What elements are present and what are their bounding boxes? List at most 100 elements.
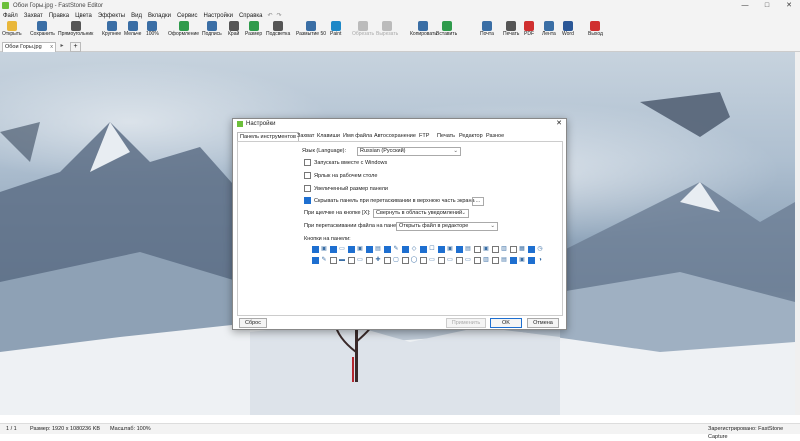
- toolbar-button-label: Вырезать: [376, 31, 399, 37]
- menu-edit[interactable]: Правка: [46, 13, 72, 19]
- checkbox-checked[interactable]: [330, 246, 337, 253]
- checkbox[interactable]: [510, 246, 517, 253]
- more-options-button[interactable]: ...: [472, 197, 484, 206]
- checkbox[interactable]: [348, 257, 355, 264]
- checkbox-checked[interactable]: [420, 246, 427, 253]
- menu-service[interactable]: Сервис: [174, 13, 201, 19]
- add-tab-button[interactable]: +: [70, 42, 81, 52]
- checkbox-checked[interactable]: [348, 246, 355, 253]
- file-tab[interactable]: Обои Горы.jpg x: [2, 42, 56, 52]
- language-select[interactable]: Russian (Русский) ⌄: [357, 147, 461, 156]
- maximize-button[interactable]: □: [756, 0, 778, 11]
- checkbox-checked[interactable]: [402, 246, 409, 253]
- toolbar-button-caption[interactable]: Подпись: [202, 21, 222, 40]
- toolbar-button-edge[interactable]: Край: [228, 21, 239, 40]
- toolbar-button-open-folder[interactable]: Открыть: [2, 21, 22, 40]
- checkbox[interactable]: [330, 257, 337, 264]
- toolbar-button-exit[interactable]: Выход: [588, 21, 603, 40]
- tab-capture[interactable]: Захват: [295, 132, 316, 141]
- checkbox[interactable]: [474, 246, 481, 253]
- close-tab-icon[interactable]: x: [50, 43, 53, 52]
- drop-action-select[interactable]: Открыть файл в редакторе ⌄: [396, 222, 498, 231]
- menu-colors[interactable]: Цвета: [72, 13, 95, 19]
- menu-view[interactable]: Вид: [128, 13, 145, 19]
- toolbar-button-paste[interactable]: Вставить: [436, 21, 457, 40]
- tab-misc[interactable]: Разное: [484, 132, 506, 141]
- checkbox-checked[interactable]: [438, 246, 445, 253]
- checkbox[interactable]: [456, 257, 463, 264]
- dialog-app-icon: [237, 121, 243, 127]
- menu-tabs[interactable]: Вкладки: [145, 13, 174, 19]
- checkbox-checked[interactable]: [366, 246, 373, 253]
- toolbar-button-save[interactable]: Сохранить: [30, 21, 55, 40]
- toolbar-button-draw[interactable]: Оформление: [168, 21, 199, 40]
- checkbox-hide-toolbar[interactable]: Скрывать панель при перетаскивании в вер…: [304, 197, 475, 205]
- checkbox[interactable]: [474, 257, 481, 264]
- toolbar-button-pdf[interactable]: PDF: [524, 21, 534, 40]
- tab-print[interactable]: Печать: [435, 132, 457, 141]
- toolbar-button-crop[interactable]: Обрезать: [352, 21, 374, 40]
- checkbox-start-with-windows[interactable]: Запускать вместе с Windows: [304, 159, 387, 167]
- checkbox-checked[interactable]: [528, 246, 535, 253]
- ok-button[interactable]: OK: [490, 318, 522, 328]
- checkbox[interactable]: [402, 257, 409, 264]
- toolbar-button-resize[interactable]: Размер: [245, 21, 262, 40]
- menu-settings[interactable]: Настройки: [201, 13, 236, 19]
- toolbar-button-label: Word: [562, 31, 574, 37]
- toolbar-button-zoom-out[interactable]: Мельче: [124, 21, 141, 40]
- menu-help[interactable]: Справка: [236, 13, 266, 19]
- tab-filename[interactable]: Имя файла: [341, 132, 374, 141]
- checkbox-checked[interactable]: [312, 257, 319, 264]
- toolbar-button-zoom-in[interactable]: Крупнее: [102, 21, 121, 40]
- checkbox-checked[interactable]: [312, 246, 319, 253]
- checkbox-checked[interactable]: [304, 197, 311, 205]
- toolbar-button-blur[interactable]: Размытие 50: [296, 21, 326, 40]
- checkbox-large-toolbar[interactable]: Увеличенный размер панели: [304, 185, 388, 193]
- toolbar-button-rectangle-select[interactable]: Прямоугольник: [58, 21, 93, 40]
- checkbox[interactable]: [304, 185, 311, 193]
- checkbox[interactable]: [304, 159, 311, 167]
- apply-button[interactable]: Применить: [446, 318, 486, 328]
- toolbar-button-print[interactable]: Печать: [503, 21, 519, 40]
- zoom-out-icon: [127, 21, 138, 31]
- checkbox[interactable]: [438, 257, 445, 264]
- undo-icon[interactable]: ↶: [265, 12, 274, 19]
- tab-editor[interactable]: Редактор: [457, 132, 485, 141]
- menu-capture[interactable]: Захват: [21, 13, 46, 19]
- menu-file[interactable]: Файл: [0, 13, 21, 19]
- close-action-select[interactable]: Свернуть в область уведомлений ⌄: [373, 209, 469, 218]
- checkbox[interactable]: [420, 257, 427, 264]
- toolbar-button-paint[interactable]: Paint: [330, 21, 341, 40]
- checkbox-checked[interactable]: [456, 246, 463, 253]
- checkbox-checked[interactable]: [510, 257, 517, 264]
- toolbar-preview-icon: ▥: [501, 246, 507, 252]
- checkbox[interactable]: [304, 172, 311, 180]
- menu-effects[interactable]: Эффекты: [95, 13, 128, 19]
- toolbar-button-zoom-100[interactable]: 100%: [146, 21, 159, 40]
- tab-arrow-icon[interactable]: ▸: [58, 42, 66, 50]
- toolbar-button-mail[interactable]: Почта: [480, 21, 494, 40]
- checkbox[interactable]: [384, 257, 391, 264]
- cancel-button[interactable]: Отмена: [527, 318, 559, 328]
- tab-autosave[interactable]: Автосохранение: [372, 132, 418, 141]
- tab-ftp[interactable]: FTP: [417, 132, 431, 141]
- redo-icon[interactable]: ↷: [275, 12, 284, 19]
- checkbox-checked[interactable]: [528, 257, 535, 264]
- checkbox-checked[interactable]: [384, 246, 391, 253]
- toolbar-button-word[interactable]: Word: [562, 21, 574, 40]
- close-window-button[interactable]: ✕: [778, 0, 800, 11]
- toolbar-button-cut[interactable]: Вырезать: [376, 21, 398, 40]
- reset-button[interactable]: Сброс: [239, 318, 267, 328]
- checkbox-desktop-shortcut[interactable]: Ярлык на рабочем столе: [304, 172, 377, 180]
- dialog-close-icon[interactable]: ✕: [556, 119, 562, 129]
- toolbar-button-copy[interactable]: Копировать: [410, 21, 437, 40]
- checkbox[interactable]: [366, 257, 373, 264]
- toolbar-button-spotlight[interactable]: Подсветка: [266, 21, 290, 40]
- vertical-scrollbar[interactable]: [795, 52, 800, 415]
- checkbox[interactable]: [492, 246, 499, 253]
- toolbar-button-ribbon[interactable]: Лента: [542, 21, 556, 40]
- tab-hotkeys[interactable]: Клавиши: [315, 132, 342, 141]
- toolbar-button-label: Подсветка: [266, 31, 291, 37]
- minimize-button[interactable]: —: [734, 0, 756, 11]
- checkbox[interactable]: [492, 257, 499, 264]
